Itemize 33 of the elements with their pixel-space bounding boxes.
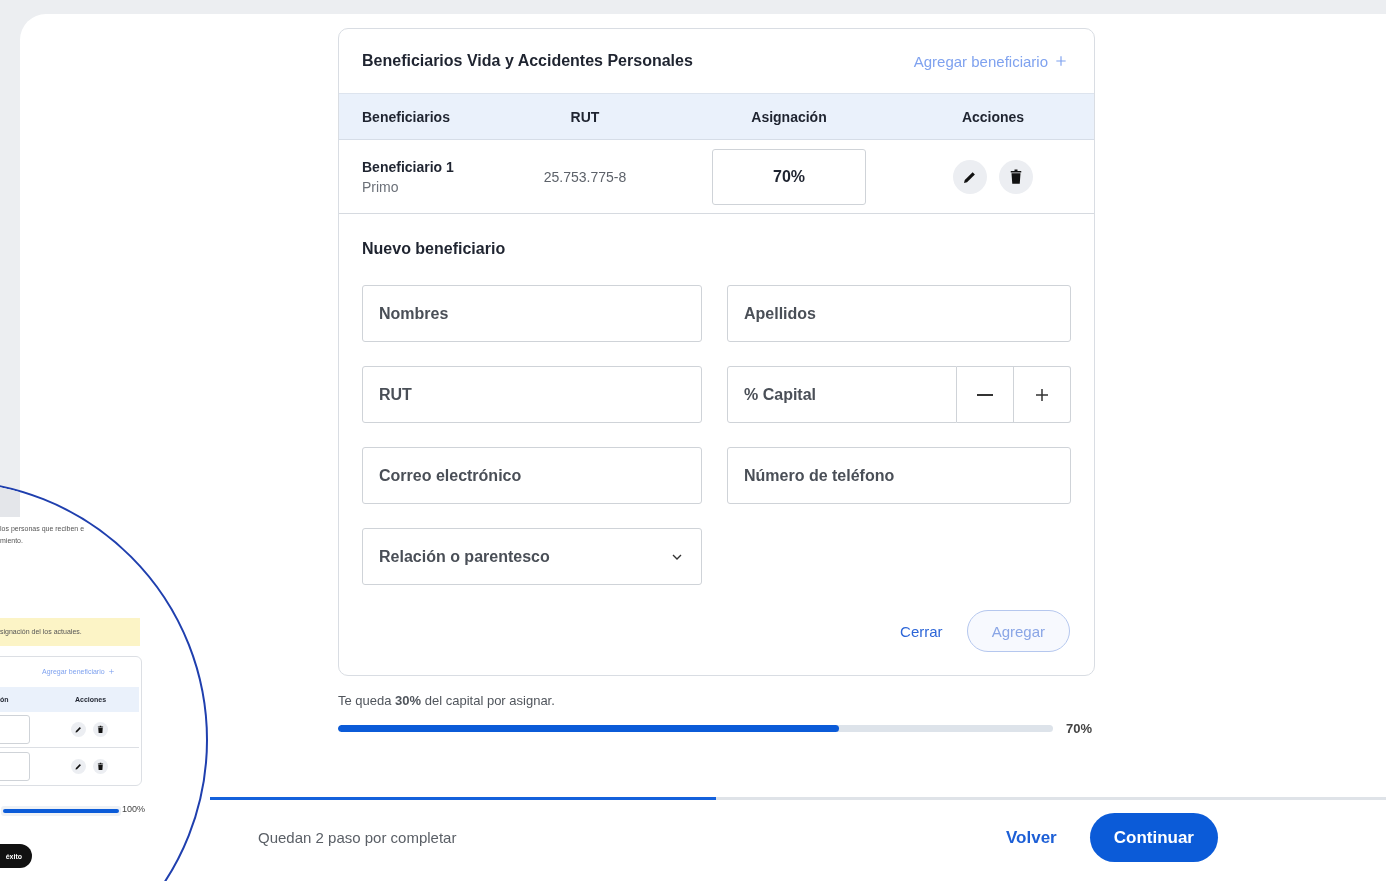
column-header: Beneficiarios xyxy=(362,108,451,125)
table-cell-text: 25.753.775-8 xyxy=(542,168,628,185)
input-field[interactable]: Apellidos xyxy=(727,285,1071,342)
column-header: Asignación xyxy=(750,108,828,125)
relation-dropdown[interactable]: Relación o parentesco xyxy=(362,528,702,585)
section-title: Nuevo beneficiario xyxy=(362,240,507,258)
mini-progress-percentage: 100% xyxy=(122,804,146,814)
allocation-field[interactable]: 70% xyxy=(712,148,866,205)
continue-button[interactable]: Continuar xyxy=(1089,813,1218,862)
trash-icon xyxy=(96,725,105,734)
input-field[interactable]: Número de teléfono xyxy=(727,447,1071,504)
beneficiary-name: Beneficiario 1 xyxy=(362,158,455,175)
back-button[interactable]: Volver xyxy=(1006,827,1057,848)
column-header: RUT xyxy=(569,108,601,125)
trash-icon xyxy=(96,762,105,771)
close-button[interactable]: Cerrar xyxy=(900,622,943,640)
edit-button[interactable] xyxy=(953,159,987,194)
capital-field[interactable]: % Capital xyxy=(727,366,957,423)
capital-percentage: 70% xyxy=(1066,721,1093,736)
steps-remaining-text: Quedan 2 paso por completar xyxy=(258,829,457,846)
input-field[interactable]: RUT xyxy=(362,366,702,423)
capital-message: Te queda 30% del capital por asignar. xyxy=(338,693,556,708)
pencil-icon xyxy=(74,762,83,771)
plus-icon xyxy=(107,668,115,675)
delete-button[interactable] xyxy=(999,159,1033,194)
input-field[interactable]: Nombres xyxy=(362,285,702,342)
plus-icon xyxy=(1054,54,1068,68)
column-header: Acciones xyxy=(960,108,1026,125)
pencil-icon xyxy=(74,725,83,734)
input-field[interactable]: Correo electrónico xyxy=(362,447,702,504)
beneficiary-relation: Primo xyxy=(362,178,400,195)
minus-icon xyxy=(977,393,993,396)
card-title: Beneficiarios Vida y Accidentes Personales xyxy=(362,52,693,70)
